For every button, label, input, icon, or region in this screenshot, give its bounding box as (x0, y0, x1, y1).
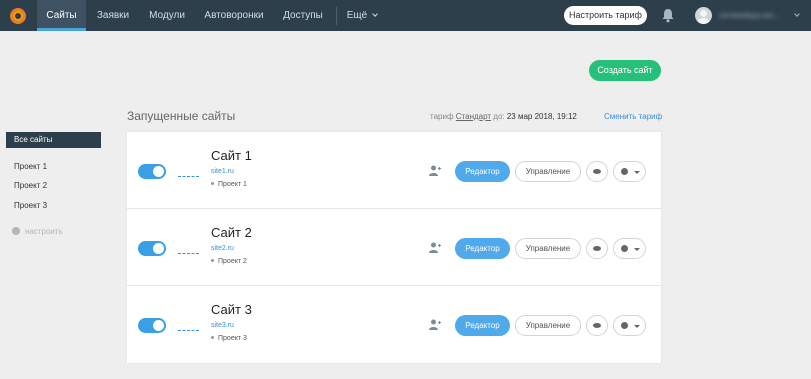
nav-access[interactable]: Доступы (274, 0, 332, 31)
sidebar-settings[interactable]: настроить (12, 227, 63, 236)
create-site-button[interactable]: Создать сайт (589, 60, 661, 81)
user-menu-chevron-icon[interactable] (794, 11, 800, 17)
nav-requests[interactable]: Заявки (86, 0, 140, 31)
bell-icon[interactable] (661, 8, 675, 23)
change-tariff-link[interactable]: Сменить тариф (604, 112, 662, 121)
logo-icon[interactable] (10, 8, 26, 24)
bullet-icon (211, 336, 214, 339)
gear-icon (621, 168, 628, 175)
site-row: Сайт 2 site2.ru Проект 2 Редактор Управл… (127, 209, 661, 286)
site-project-label: Проект 3 (218, 335, 247, 342)
manage-button[interactable]: Управление (515, 161, 581, 182)
site-toggle[interactable] (138, 164, 166, 179)
site-project: Проект 1 (211, 181, 247, 188)
nav-sites[interactable]: Сайты (37, 0, 86, 31)
add-user-icon[interactable] (429, 319, 441, 330)
sidebar-item-project-2[interactable]: Проект 2 (14, 181, 47, 190)
top-navigation: Сайты Заявки Модули Автоворонки Доступы … (0, 0, 811, 31)
nav-autofunnels[interactable]: Автоворонки (194, 0, 274, 31)
nav-divider (336, 7, 337, 25)
tariff-plan-link[interactable]: Стандарт (456, 112, 491, 121)
site-dashed-link[interactable] (178, 176, 199, 177)
sidebar-settings-label: настроить (25, 227, 63, 236)
tariff-until: до: (493, 112, 505, 121)
bullet-icon (211, 259, 214, 262)
manage-button[interactable]: Управление (515, 238, 581, 259)
site-url-link[interactable]: site3.ru (211, 322, 234, 329)
settings-dropdown-button[interactable] (613, 161, 646, 182)
site-dashed-link[interactable] (178, 253, 199, 254)
sites-list: Сайт 1 site1.ru Проект 1 Редактор Управл… (127, 132, 661, 363)
chevron-down-icon (372, 11, 379, 17)
site-project-label: Проект 2 (218, 258, 247, 265)
manage-button[interactable]: Управление (515, 315, 581, 336)
gear-icon (12, 227, 20, 235)
tariff-info: тариф Стандарт до: 23 мар 2018, 19:12 (430, 112, 577, 121)
site-row: Сайт 3 site3.ru Проект 3 Редактор Управл… (127, 286, 661, 363)
user-name[interactable]: mrnewdaya.em... (719, 11, 789, 20)
tariff-date: 23 мар 2018, 19:12 (506, 112, 577, 121)
configure-tariff-button[interactable]: Настроить тариф (564, 6, 647, 25)
site-toggle[interactable] (138, 241, 166, 256)
tariff-prefix: тариф (430, 112, 454, 121)
eye-icon[interactable] (586, 238, 608, 259)
sidebar-item-project-1[interactable]: Проект 1 (14, 162, 47, 171)
caret-down-icon (634, 325, 640, 328)
site-project: Проект 3 (211, 335, 247, 342)
avatar-icon[interactable] (695, 7, 712, 24)
site-name[interactable]: Сайт 2 (211, 225, 252, 240)
settings-dropdown-button[interactable] (613, 315, 646, 336)
site-project: Проект 2 (211, 258, 247, 265)
page-title: Запущенные сайты (127, 109, 236, 123)
nav-more[interactable]: Ещё (340, 0, 384, 31)
eye-icon[interactable] (586, 315, 608, 336)
site-url-link[interactable]: site2.ru (211, 245, 234, 252)
editor-button[interactable]: Редактор (455, 238, 510, 259)
gear-icon (621, 245, 628, 252)
gear-icon (621, 322, 628, 329)
sidebar-item-all-sites[interactable]: Все сайты (6, 132, 101, 148)
caret-down-icon (634, 248, 640, 251)
nav-more-label: Ещё (346, 10, 368, 21)
site-name[interactable]: Сайт 1 (211, 148, 252, 163)
caret-down-icon (634, 171, 640, 174)
settings-dropdown-button[interactable] (613, 238, 646, 259)
eye-icon[interactable] (586, 161, 608, 182)
site-row: Сайт 1 site1.ru Проект 1 Редактор Управл… (127, 132, 661, 209)
add-user-icon[interactable] (429, 165, 441, 176)
editor-button[interactable]: Редактор (455, 161, 510, 182)
site-toggle[interactable] (138, 318, 166, 333)
nav-modules[interactable]: Модули (140, 0, 194, 31)
site-dashed-link[interactable] (178, 330, 199, 331)
sidebar-item-project-3[interactable]: Проект 3 (14, 201, 47, 210)
site-url-link[interactable]: site1.ru (211, 168, 234, 175)
bullet-icon (211, 182, 214, 185)
site-name[interactable]: Сайт 3 (211, 302, 252, 317)
site-project-label: Проект 1 (218, 181, 247, 188)
add-user-icon[interactable] (429, 242, 441, 253)
editor-button[interactable]: Редактор (455, 315, 510, 336)
